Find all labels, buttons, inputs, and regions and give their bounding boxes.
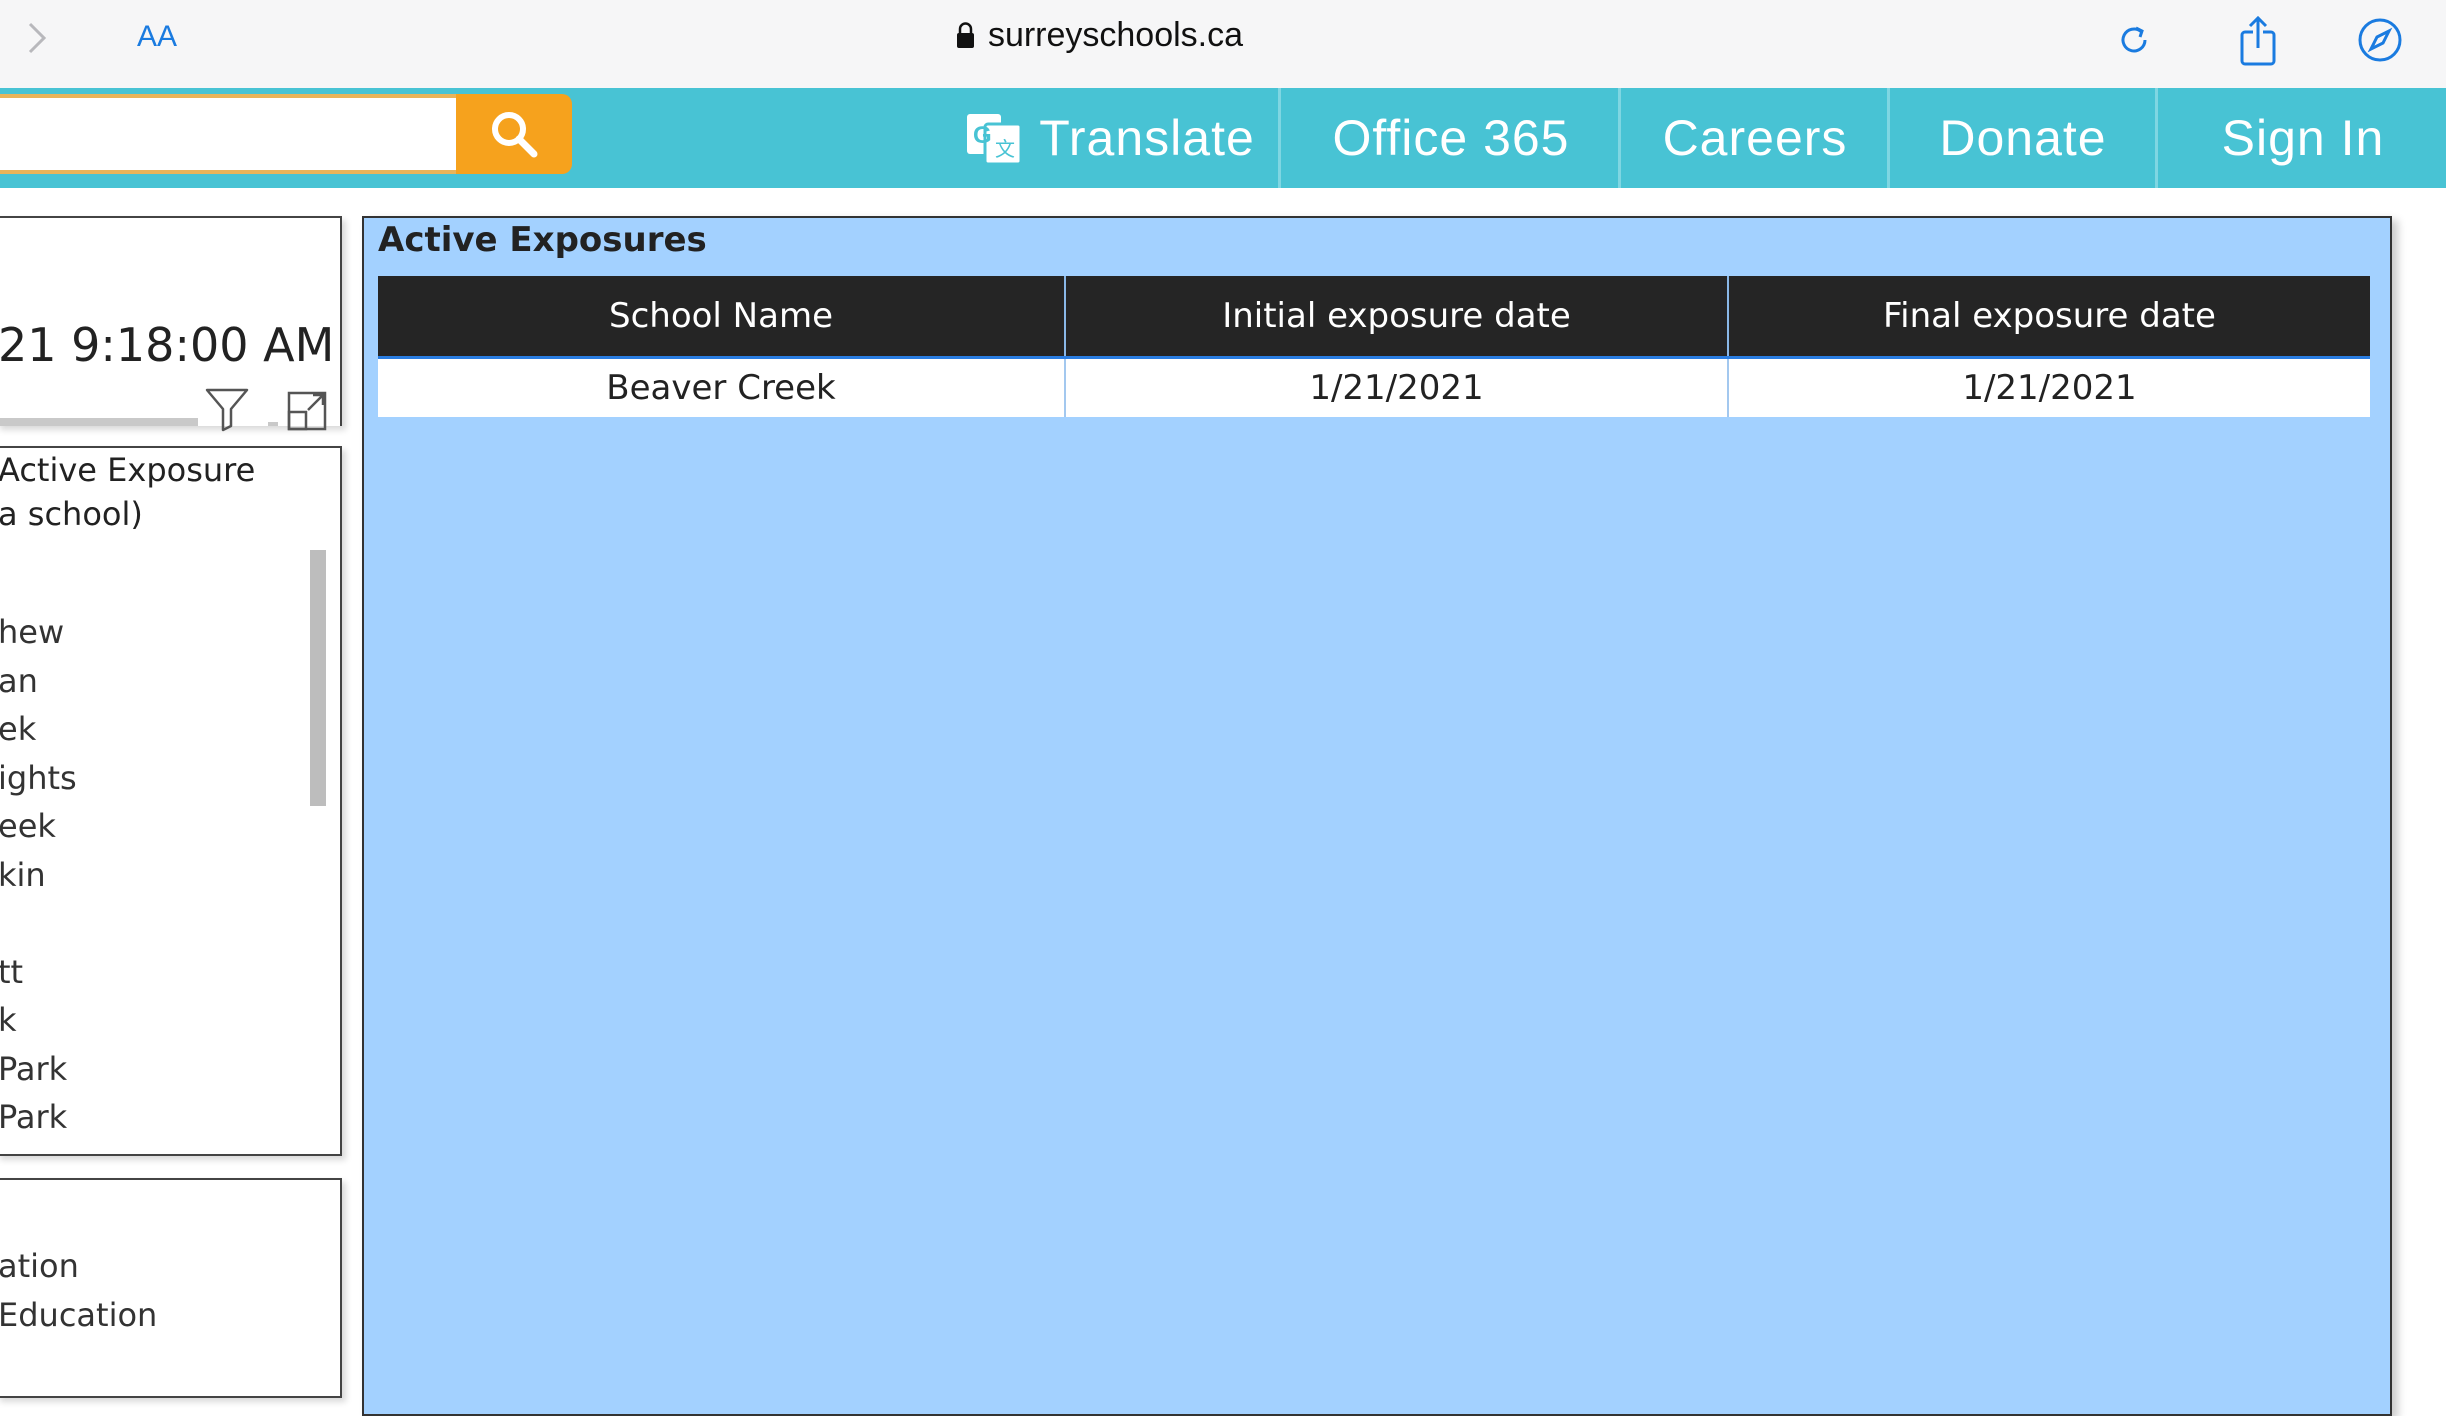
slicer-item[interactable]: Education [0, 1291, 157, 1340]
slicer-item[interactable]: hew [0, 608, 77, 657]
google-translate-icon: G 文 [967, 114, 1023, 166]
filter-icon[interactable] [204, 386, 250, 432]
nav-translate-label: Translate [1039, 110, 1255, 166]
nav-careers-label: Careers [1662, 110, 1848, 166]
nav-donate-label: Donate [1939, 110, 2107, 166]
slicer-item[interactable]: Park [0, 1045, 77, 1094]
address-bar[interactable]: surreyschools.ca [0, 16, 2200, 55]
slicer-item[interactable]: eek [0, 802, 77, 851]
panel-title: Active Exposures [378, 220, 707, 260]
search-icon [492, 112, 538, 158]
slicer-item[interactable]: k [0, 996, 77, 1045]
category-slicer: ation Education [0, 1178, 342, 1398]
cell-school-name: Beaver Creek [378, 357, 1066, 417]
school-slicer: Active Exposure a school) hew an ek ight… [0, 446, 342, 1156]
site-header: G 文 Translate Office 365 Careers Donate … [0, 88, 2446, 188]
slicer-item[interactable]: tt [0, 948, 77, 997]
compass-icon[interactable] [2356, 14, 2404, 66]
table-header-row: School Name Initial exposure date Final … [378, 276, 2370, 359]
slicer-scrollbar[interactable] [310, 550, 326, 806]
exposures-table: School Name Initial exposure date Final … [378, 276, 2370, 417]
slicer-list: hew an ek ights eek kin tt k Park Park [0, 608, 77, 1142]
search-button[interactable] [456, 94, 572, 174]
slicer-item[interactable]: ation [0, 1242, 157, 1291]
reload-icon[interactable] [2110, 14, 2158, 66]
cell-final-date: 1/21/2021 [1728, 357, 2370, 417]
card-divider [0, 418, 198, 426]
nav-office-365[interactable]: Office 365 [1281, 88, 1621, 188]
slicer-item[interactable]: ek [0, 705, 77, 754]
url-text: surreyschools.ca [987, 16, 1244, 54]
browser-toolbar: AA surreyschools.ca [0, 0, 2446, 89]
search-input[interactable] [0, 94, 456, 174]
slicer-item[interactable]: an [0, 657, 77, 706]
nav-sign-in[interactable]: Sign In [2158, 88, 2446, 188]
active-exposures-panel: Active Exposures School Name Initial exp… [362, 216, 2392, 1416]
cell-initial-date: 1/21/2021 [1065, 357, 1729, 417]
slicer-item[interactable]: kin [0, 851, 77, 900]
focus-mode-icon[interactable] [286, 390, 328, 432]
card-divider [268, 422, 278, 426]
nav-donate[interactable]: Donate [1890, 88, 2156, 188]
nav-translate[interactable]: G 文 Translate [940, 88, 1280, 188]
slicer-item[interactable]: ights [0, 754, 77, 803]
slicer-header: Active Exposure a school) [0, 451, 256, 533]
nav-sign-in-label: Sign In [2221, 110, 2385, 166]
nav-careers[interactable]: Careers [1621, 88, 1889, 188]
nav-office-365-label: Office 365 [1332, 110, 1570, 166]
share-icon[interactable] [2234, 14, 2282, 66]
column-header-school-name[interactable]: School Name [378, 276, 1066, 359]
svg-text:G: G [973, 122, 993, 149]
svg-text:文: 文 [995, 137, 1016, 161]
last-updated-datetime: 21 9:18:00 AM [0, 318, 335, 372]
slicer-item[interactable] [0, 899, 77, 948]
table-row[interactable]: Beaver Creek 1/21/2021 1/21/2021 [378, 357, 2370, 417]
slicer-item[interactable]: Park [0, 1093, 77, 1142]
column-header-initial-date[interactable]: Initial exposure date [1065, 276, 1729, 359]
column-header-final-date[interactable]: Final exposure date [1728, 276, 2370, 359]
lock-icon [956, 22, 974, 48]
